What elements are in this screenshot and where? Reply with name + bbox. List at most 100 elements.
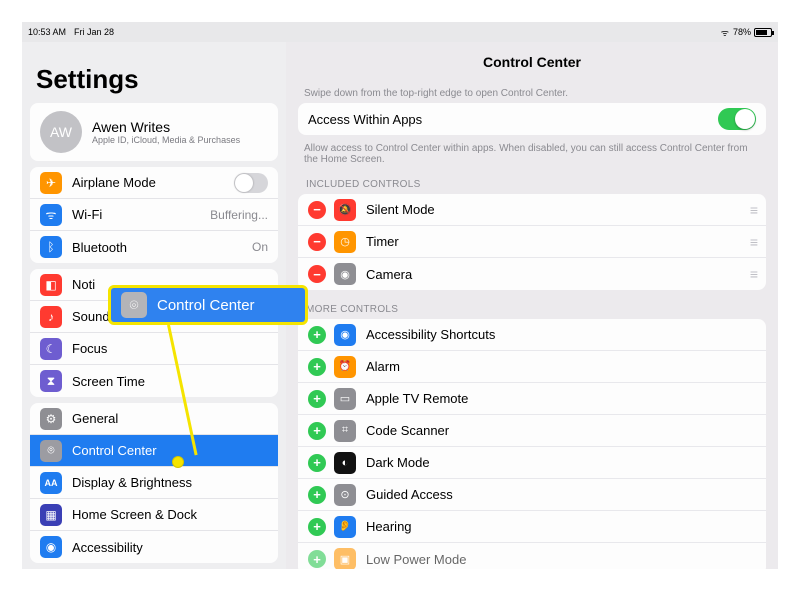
- sidebar-item-homescreen[interactable]: Home Screen & Dock: [30, 499, 278, 531]
- add-button[interactable]: +: [308, 550, 326, 568]
- sidebar-item-display[interactable]: Display & Brightness: [30, 467, 278, 499]
- callout-control-center: Control Center: [108, 285, 308, 325]
- time: 10:53 AM: [28, 27, 66, 37]
- bluetooth-icon: [40, 236, 62, 258]
- more-row-hearing[interactable]: + Hearing: [298, 511, 766, 543]
- accessibility-icon: [40, 536, 62, 558]
- more-row-appletv[interactable]: + Apple TV Remote: [298, 383, 766, 415]
- sidebar-item-wifi[interactable]: Wi-Fi Buffering...: [30, 199, 278, 231]
- display-icon: [40, 472, 62, 494]
- more-row-scanner[interactable]: + Code Scanner: [298, 415, 766, 447]
- timer-icon: [334, 231, 356, 253]
- battery-percent: 78%: [733, 27, 751, 37]
- gear-icon: [40, 408, 62, 430]
- access-hint: Allow access to Control Center within ap…: [304, 143, 760, 165]
- connectivity-group: Airplane Mode Wi-Fi Buffering... Bluetoo…: [30, 167, 278, 263]
- callout-label: Control Center: [157, 297, 255, 314]
- row-label: Guided Access: [366, 487, 453, 502]
- add-button[interactable]: +: [308, 518, 326, 536]
- sidebar-item-label: Focus: [72, 341, 107, 356]
- remove-button[interactable]: −: [308, 265, 326, 283]
- accessibility-icon: [334, 324, 356, 346]
- swipe-hint: Swipe down from the top-right edge to op…: [304, 88, 760, 99]
- tv-icon: [334, 388, 356, 410]
- control-center-icon: [121, 292, 147, 318]
- sidebar-item-label: Screen Time: [72, 374, 145, 389]
- drag-handle-icon[interactable]: ≡: [750, 234, 756, 250]
- more-row-alarm[interactable]: + Alarm: [298, 351, 766, 383]
- airplane-toggle[interactable]: [234, 173, 268, 193]
- more-row-lowpower[interactable]: + Low Power Mode: [298, 543, 766, 569]
- row-label: Low Power Mode: [366, 552, 466, 567]
- row-label: Apple TV Remote: [366, 391, 468, 406]
- general-group: General Control Center Display & Brightn…: [30, 403, 278, 563]
- sidebar-item-label: Control Center: [72, 443, 157, 458]
- row-label: Hearing: [366, 519, 412, 534]
- page-title: Settings: [36, 64, 280, 95]
- included-row-silent[interactable]: − Silent Mode ≡: [298, 194, 766, 226]
- sidebar-item-label: Noti: [72, 277, 95, 292]
- row-label: Alarm: [366, 359, 400, 374]
- access-within-apps-row[interactable]: Access Within Apps: [298, 103, 766, 135]
- sidebar-item-screentime[interactable]: Screen Time: [30, 365, 278, 397]
- control-center-icon: [40, 440, 62, 462]
- profile-name: Awen Writes: [92, 119, 240, 135]
- silent-icon: [334, 199, 356, 221]
- row-label: Timer: [366, 234, 399, 249]
- callout-dot: [172, 456, 184, 468]
- row-label: Camera: [366, 267, 412, 282]
- add-button[interactable]: +: [308, 454, 326, 472]
- row-label: Dark Mode: [366, 455, 430, 470]
- sidebar-item-general[interactable]: General: [30, 403, 278, 435]
- home-icon: [40, 504, 62, 526]
- profile-card[interactable]: AW Awen Writes Apple ID, iCloud, Media &…: [30, 103, 278, 161]
- sidebar-item-label: Accessibility: [72, 540, 143, 555]
- sidebar-item-control-center[interactable]: Control Center: [30, 435, 278, 467]
- alarm-icon: [334, 356, 356, 378]
- more-section-label: More Controls: [306, 304, 758, 315]
- avatar: AW: [40, 111, 82, 153]
- guide-icon: [334, 484, 356, 506]
- profile-sub: Apple ID, iCloud, Media & Purchases: [92, 135, 240, 145]
- more-row-guided[interactable]: + Guided Access: [298, 479, 766, 511]
- add-button[interactable]: +: [308, 358, 326, 376]
- sidebar-item-label: Home Screen & Dock: [72, 507, 197, 522]
- add-button[interactable]: +: [308, 486, 326, 504]
- drag-handle-icon[interactable]: ≡: [750, 266, 756, 282]
- low-power-icon: [334, 548, 356, 569]
- sidebar-item-focus[interactable]: Focus: [30, 333, 278, 365]
- detail-pane: Control Center Swipe down from the top-r…: [286, 42, 778, 569]
- sidebar-item-label: Airplane Mode: [72, 175, 156, 190]
- battery-icon: [754, 28, 772, 37]
- date: Fri Jan 28: [74, 27, 114, 37]
- more-row-darkmode[interactable]: + Dark Mode: [298, 447, 766, 479]
- more-controls: + Accessibility Shortcuts + Alarm + Appl…: [298, 319, 766, 569]
- detail-title: Control Center: [298, 54, 766, 70]
- included-row-timer[interactable]: − Timer ≡: [298, 226, 766, 258]
- add-button[interactable]: +: [308, 390, 326, 408]
- included-row-camera[interactable]: − Camera ≡: [298, 258, 766, 290]
- sound-icon: [40, 306, 62, 328]
- row-label: Code Scanner: [366, 423, 449, 438]
- wifi-icon: ᯤ: [721, 26, 729, 39]
- more-row-accessibility[interactable]: + Accessibility Shortcuts: [298, 319, 766, 351]
- drag-handle-icon[interactable]: ≡: [750, 202, 756, 218]
- bluetooth-value: On: [252, 240, 268, 254]
- add-button[interactable]: +: [308, 326, 326, 344]
- row-label: Accessibility Shortcuts: [366, 327, 495, 342]
- row-label: Silent Mode: [366, 202, 435, 217]
- access-toggle[interactable]: [718, 108, 756, 130]
- sidebar-item-label: Bluetooth: [72, 240, 127, 255]
- sidebar-item-label: Display & Brightness: [72, 475, 192, 490]
- camera-icon: [334, 263, 356, 285]
- remove-button[interactable]: −: [308, 201, 326, 219]
- sidebar-item-airplane[interactable]: Airplane Mode: [30, 167, 278, 199]
- scan-icon: [334, 420, 356, 442]
- hear-icon: [334, 516, 356, 538]
- sidebar-item-accessibility[interactable]: Accessibility: [30, 531, 278, 563]
- sidebar-item-bluetooth[interactable]: Bluetooth On: [30, 231, 278, 263]
- sidebar-item-label: General: [72, 411, 118, 426]
- access-section: Access Within Apps: [298, 103, 766, 135]
- remove-button[interactable]: −: [308, 233, 326, 251]
- add-button[interactable]: +: [308, 422, 326, 440]
